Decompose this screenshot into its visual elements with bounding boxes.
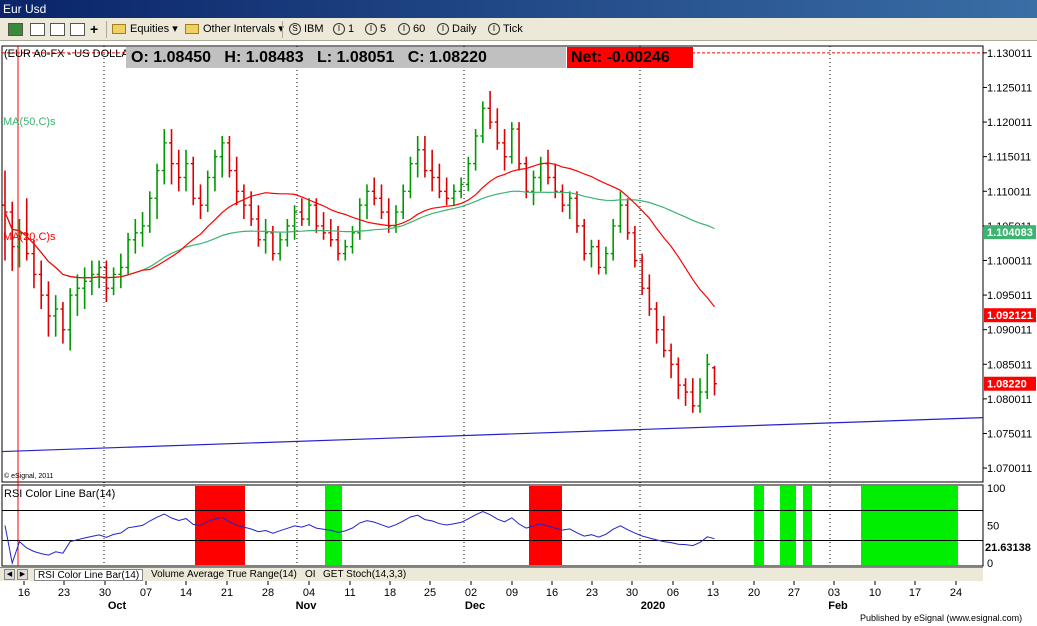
- symbol-ibm-button[interactable]: S IBM: [289, 21, 324, 38]
- publisher-footer: Published by eSignal (www.esignal.com): [860, 613, 1023, 623]
- date-tick-label: 17: [909, 587, 921, 599]
- date-tick-label: 07: [140, 587, 152, 599]
- date-tick-label: 13: [707, 587, 719, 599]
- date-tick-label: 24: [950, 587, 962, 599]
- date-tick-label: 02: [465, 587, 477, 599]
- price-tick-label: 1.100011: [987, 255, 1032, 267]
- tab-oi[interactable]: OI: [302, 569, 319, 581]
- other-intervals-menu[interactable]: Other Intervals ▾: [185, 21, 284, 38]
- date-tick-label: 27: [788, 587, 800, 599]
- price-tick-label: 1.070011: [987, 463, 1032, 475]
- rsi-title-label: RSI Color Line Bar(14): [4, 488, 115, 500]
- tab-volume[interactable]: Volume: [148, 569, 187, 581]
- tab-atr[interactable]: Average True Range(14): [184, 569, 300, 581]
- date-tick-label: 16: [546, 587, 558, 599]
- price-tick-label: 1.120011: [987, 117, 1032, 129]
- price-tick-label: 1.110011: [987, 186, 1031, 198]
- month-label: Dec: [465, 600, 485, 612]
- date-tick-label: 20: [748, 587, 760, 599]
- rsi-zone-block: [861, 486, 958, 565]
- rsi-tick-label: 0: [987, 558, 993, 570]
- price-tick-label: 1.130011: [987, 48, 1032, 60]
- new-page-icon[interactable]: [30, 21, 47, 38]
- rsi-tick-label: 50: [987, 521, 999, 533]
- date-tick-label: 06: [667, 587, 679, 599]
- date-tick-label: 03: [828, 587, 840, 599]
- add-icon[interactable]: +: [90, 21, 98, 38]
- toolbar: + Equities ▾ Other Intervals ▾ S IBM I1 I…: [0, 18, 1037, 41]
- month-label: Oct: [108, 600, 127, 612]
- date-tick-label: 04: [303, 587, 315, 599]
- rsi-zone-block: [325, 486, 342, 565]
- date-tick-label: 18: [384, 587, 396, 599]
- ma20-label: MA(20,C)s: [3, 231, 56, 243]
- month-label: Nov: [296, 600, 318, 612]
- folder-icon: [112, 24, 126, 35]
- price-tick-label: 1.125011: [987, 82, 1032, 94]
- study-tabs: ◀ ▶ RSI Color Line Bar(14) Volume Averag…: [0, 567, 983, 581]
- ma50-price-tag: 1.104083: [987, 227, 1033, 239]
- price-tick-label: 1.080011: [987, 394, 1032, 406]
- rsi-tick-label: 100: [987, 483, 1005, 495]
- edit-icon[interactable]: [70, 21, 87, 38]
- rsi-zone-block: [780, 486, 796, 565]
- interval-1-button[interactable]: I1: [333, 21, 354, 38]
- month-label: 2020: [641, 600, 665, 612]
- price-tick-label: 1.115011: [987, 152, 1031, 164]
- tab-prev-icon[interactable]: ◀: [4, 569, 15, 580]
- price-tick-label: 1.090011: [987, 325, 1032, 337]
- copy-icon[interactable]: [50, 21, 67, 38]
- ohlc-readout: O: 1.08450 H: 1.08483 L: 1.08051 C: 1.08…: [126, 47, 566, 68]
- date-tick-label: 16: [18, 587, 30, 599]
- date-tick-label: 10: [869, 587, 881, 599]
- date-tick-label: 30: [99, 587, 111, 599]
- interval-daily-button[interactable]: I Daily: [437, 21, 476, 38]
- ma20-price-tag: 1.092121: [987, 310, 1033, 322]
- title-bar: Eur Usd: [0, 0, 1037, 18]
- rsi-value-label: 21.63138: [985, 542, 1031, 554]
- date-tick-label: 23: [586, 587, 598, 599]
- date-tick-label: 14: [180, 587, 192, 599]
- price-chart[interactable]: 1.130011 1.125011 1.120011 1.115011 1.110011…: [0, 42, 1037, 626]
- window-title: Eur Usd: [3, 2, 47, 16]
- close-price-tag: 1.08220: [987, 379, 1027, 391]
- rsi-zone-block: [754, 486, 764, 565]
- date-tick-label: 11: [344, 587, 355, 599]
- date-tick-label: 30: [626, 587, 638, 599]
- date-tick-label: 21: [221, 587, 233, 599]
- equities-menu[interactable]: Equities ▾: [112, 21, 178, 38]
- interval-5-button[interactable]: I5: [365, 21, 386, 38]
- rsi-zone-block: [803, 486, 812, 565]
- date-tick-label: 09: [506, 587, 518, 599]
- symbol-label: (EUR A0-FX - US DOLLAR: [4, 48, 137, 60]
- interval-tick-button[interactable]: I Tick: [488, 21, 523, 38]
- tab-rsi[interactable]: RSI Color Line Bar(14): [34, 569, 144, 581]
- date-tick-label: 28: [262, 587, 274, 599]
- tab-next-icon[interactable]: ▶: [17, 569, 28, 580]
- interval-60-button[interactable]: I 60: [398, 21, 425, 38]
- tab-stoch[interactable]: GET Stoch(14,3,3): [320, 569, 409, 581]
- esignal-window: Eur Usd + Equities ▾ Other Intervals ▾ S…: [0, 0, 1037, 626]
- folder-icon: [185, 24, 199, 35]
- price-tick-label: 1.095011: [987, 290, 1032, 302]
- date-tick-label: 25: [424, 587, 436, 599]
- net-change-readout: Net: -0.00246: [567, 47, 693, 68]
- date-tick-label: 23: [58, 587, 70, 599]
- ma50-label: MA(50,C)s: [3, 116, 56, 128]
- price-tick-label: 1.085011: [987, 359, 1032, 371]
- link-chart-icon[interactable]: [8, 21, 25, 38]
- month-label: Feb: [828, 600, 848, 612]
- copyright-label: © eSignal, 2011: [4, 472, 54, 480]
- rsi-panel: [1, 484, 984, 567]
- price-tick-label: 1.075011: [987, 428, 1032, 440]
- price-panel: [1, 45, 984, 483]
